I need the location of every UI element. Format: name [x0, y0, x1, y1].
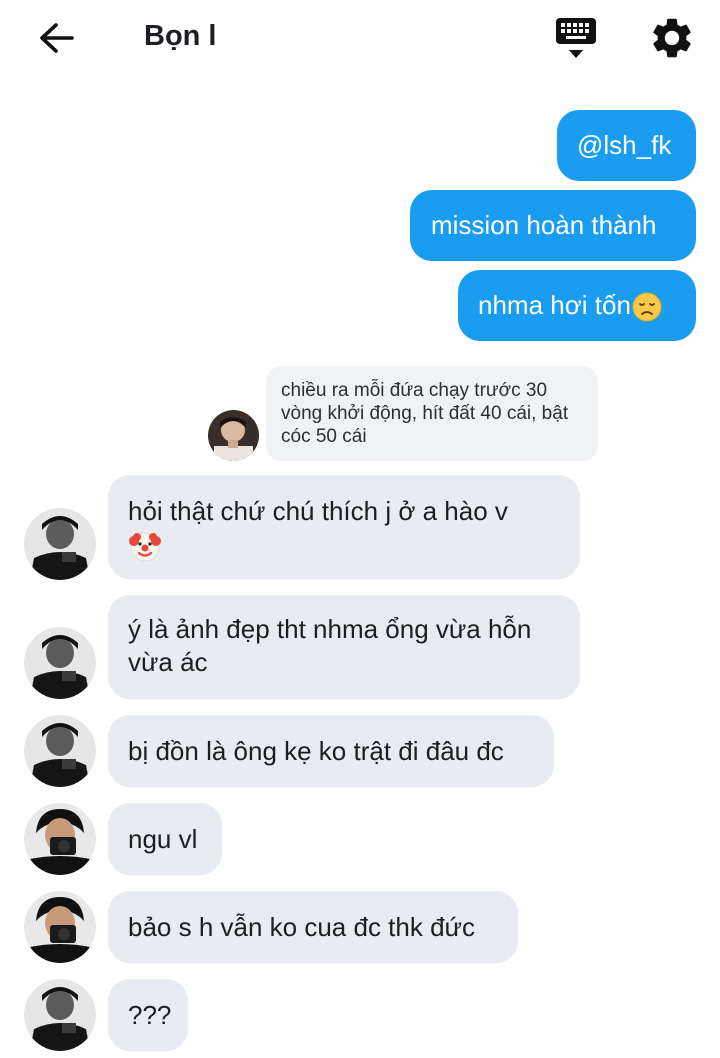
outgoing-message[interactable]: nhma hơi tốn [458, 270, 696, 341]
avatar[interactable] [24, 891, 96, 963]
chat-title[interactable]: Bọn l [144, 20, 217, 53]
message-text: ??? [128, 1000, 172, 1030]
incoming-message[interactable]: ngu vl [108, 803, 222, 875]
back-arrow-icon[interactable] [34, 18, 78, 58]
avatar[interactable] [24, 715, 96, 787]
reply-preview-text: chiều ra mỗi đứa chạy trước 30 vòng khởi… [281, 380, 569, 447]
chat-header: Bọn l [0, 0, 720, 78]
avatar[interactable] [24, 803, 96, 875]
message-text: bảo s h vẫn ko cua đc thk đức [128, 912, 475, 942]
message-text: bị đồn là ông kẹ ko trật đi đâu đc [128, 736, 504, 766]
message-text: ý là ảnh đẹp tht nhma ổng vừa hỗn vừa ác [128, 614, 532, 677]
incoming-message[interactable]: bị đồn là ông kẹ ko trật đi đâu đc [108, 715, 554, 787]
clown-face-icon [128, 529, 162, 563]
message-text: @lsh_fk [577, 130, 672, 160]
avatar[interactable] [24, 627, 96, 699]
message-text: mission hoàn thành [431, 210, 657, 240]
keyboard-icon[interactable] [552, 14, 600, 62]
settings-gear-icon[interactable] [648, 14, 696, 62]
message-text: ngu vl [128, 824, 198, 854]
outgoing-message[interactable]: @lsh_fk [557, 110, 696, 181]
incoming-message[interactable]: hỏi thật chứ chú thích j ở a hào v [108, 475, 580, 579]
reply-preview[interactable]: chiều ra mỗi đứa chạy trước 30 vòng khởi… [266, 366, 598, 461]
incoming-message[interactable]: ý là ảnh đẹp tht nhma ổng vừa hỗn vừa ác [108, 595, 580, 699]
message-text: nhma hơi tốn [478, 290, 631, 320]
disappointed-face-icon [632, 292, 662, 322]
incoming-message[interactable]: bảo s h vẫn ko cua đc thk đức [108, 891, 518, 963]
avatar[interactable] [208, 410, 259, 461]
avatar[interactable] [24, 979, 96, 1051]
avatar[interactable] [24, 508, 96, 580]
outgoing-message[interactable]: mission hoàn thành [410, 190, 696, 261]
message-text: hỏi thật chứ chú thích j ở a hào v [128, 496, 508, 526]
incoming-message[interactable]: ??? [108, 979, 188, 1051]
